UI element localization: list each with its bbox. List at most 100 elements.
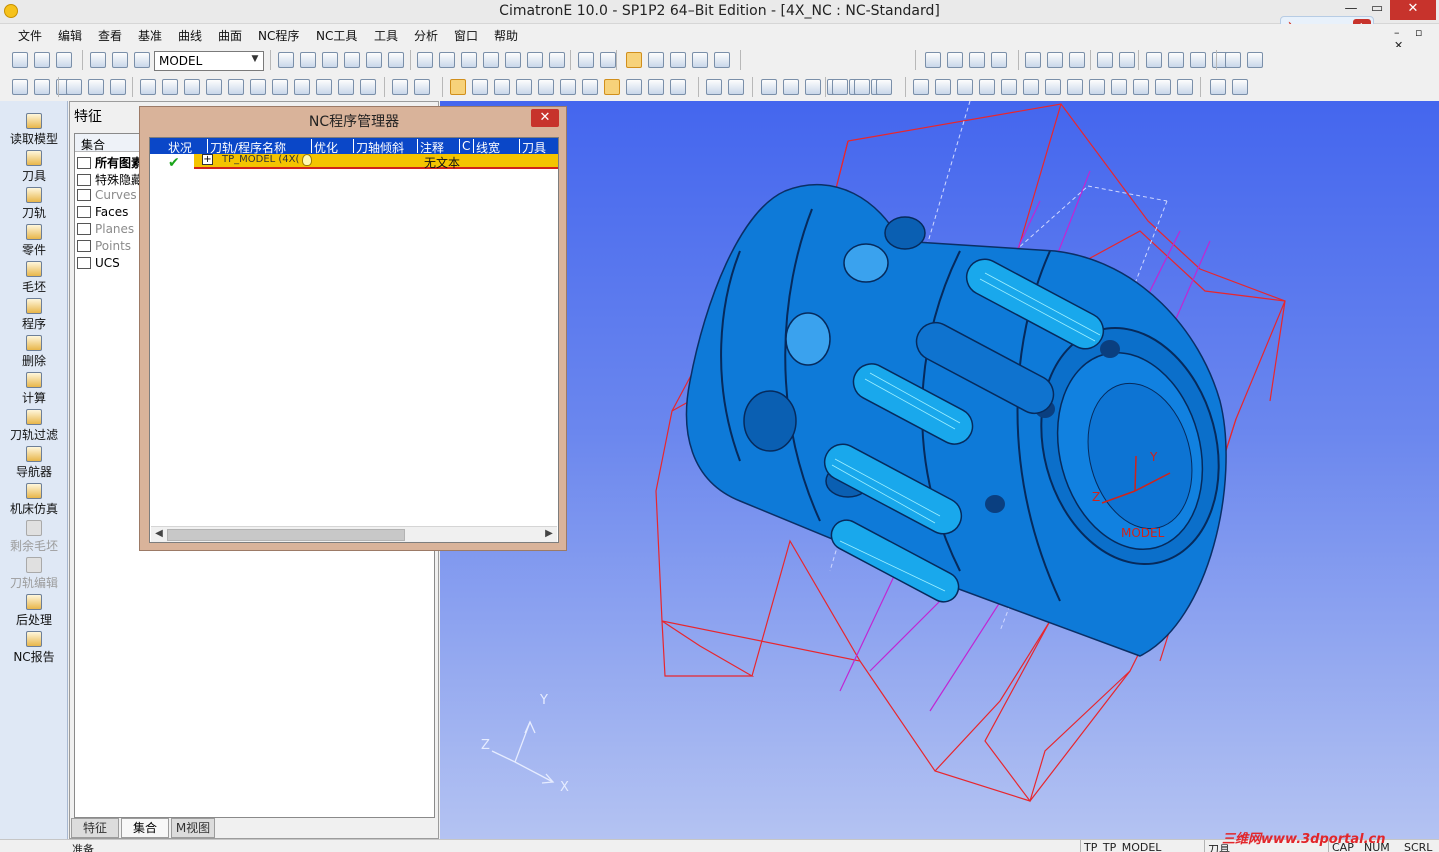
toolbar-button-icon[interactable] (316, 79, 332, 95)
toolbar-button-icon[interactable] (472, 79, 488, 95)
toolbar-button-icon[interactable] (516, 79, 532, 95)
toolbar-button-icon[interactable] (761, 79, 777, 95)
toolbar-button-icon[interactable] (957, 79, 973, 95)
toolbar-button-icon[interactable] (1232, 79, 1248, 95)
toolbar-button-icon[interactable] (300, 52, 316, 68)
toolbar-button-icon[interactable] (805, 79, 821, 95)
toolbar-button-icon[interactable] (392, 79, 408, 95)
toolbar-button-icon[interactable] (1023, 79, 1039, 95)
toolbar-button-icon[interactable] (626, 79, 642, 95)
toolbar-button-icon[interactable] (66, 79, 82, 95)
toolbar-button-icon[interactable] (1177, 79, 1193, 95)
nc-program-manager-dialog[interactable]: NC程序管理器 ✕ 状况 刀轨/程序名称 优化 刀轴倾斜 注释 C 线宽 刀具 ✔ + TP_… (139, 106, 567, 551)
toolbar-button-icon[interactable] (626, 52, 642, 68)
program-list[interactable]: 状况 刀轨/程序名称 优化 刀轴倾斜 注释 C 线宽 刀具 ✔ + TP_MODEL (4X(… (149, 137, 559, 543)
menu-item-10[interactable]: 窗口 (454, 27, 478, 44)
guide-button-14[interactable]: NC报告 (2, 631, 66, 665)
chevron-down-icon[interactable]: ▼ (249, 54, 261, 68)
column-divider[interactable] (311, 139, 312, 153)
scroll-left-icon[interactable]: ◀ (153, 528, 165, 542)
toolbar-button-icon[interactable] (417, 52, 433, 68)
menu-item-7[interactable]: NC工具 (316, 27, 357, 44)
toolbar-button-icon[interactable] (388, 52, 404, 68)
toolbar-button-icon[interactable] (1168, 52, 1184, 68)
menu-item-3[interactable]: 基准 (138, 27, 162, 44)
graphics-viewport[interactable]: Y Z MODEL Y X Z (440, 101, 1439, 839)
model-select[interactable]: MODEL ▼ (154, 51, 264, 71)
guide-button-6[interactable]: 删除 (2, 335, 66, 369)
toolbar-button-icon[interactable] (979, 79, 995, 95)
toolbar-button-icon[interactable] (527, 52, 543, 68)
close-button[interactable]: ✕ (1390, 0, 1436, 20)
guide-button-2[interactable]: 刀轨 (2, 187, 66, 221)
toolbar-button-icon[interactable] (692, 52, 708, 68)
toolbar-button-icon[interactable] (366, 52, 382, 68)
toolbar-button-icon[interactable] (344, 52, 360, 68)
toolbar-button-icon[interactable] (461, 52, 477, 68)
toolbar-button-icon[interactable] (450, 79, 466, 95)
menu-item-9[interactable]: 分析 (414, 27, 438, 44)
tree-item[interactable]: UCS (77, 256, 141, 273)
menu-item-1[interactable]: 编辑 (58, 27, 82, 44)
toolbar-button-icon[interactable] (1210, 79, 1226, 95)
toolbar-button-icon[interactable] (494, 79, 510, 95)
tab-1[interactable]: 集合 (121, 818, 169, 838)
tree-item[interactable]: 所有图素 (77, 154, 141, 171)
toolbar-button-icon[interactable] (1067, 79, 1083, 95)
column-divider[interactable] (473, 139, 474, 153)
toolbar-button-icon[interactable] (560, 79, 576, 95)
toolbar-button-icon[interactable] (134, 52, 150, 68)
toolbar-button-icon[interactable] (162, 79, 178, 95)
toolbar-button-icon[interactable] (1133, 79, 1149, 95)
toolbar-button-icon[interactable] (1190, 52, 1206, 68)
toolbar-button-icon[interactable] (854, 79, 870, 95)
tree-item[interactable]: Curves (77, 188, 141, 205)
dialog-close-button[interactable]: ✕ (531, 109, 559, 127)
toolbar-button-icon[interactable] (56, 52, 72, 68)
guide-button-1[interactable]: 刀具 (2, 150, 66, 184)
toolbar-button-icon[interactable] (1155, 79, 1171, 95)
toolbar-button-icon[interactable] (206, 79, 222, 95)
toolbar-button-icon[interactable] (648, 79, 664, 95)
toolbar-button-icon[interactable] (706, 79, 722, 95)
toolbar-button-icon[interactable] (549, 52, 565, 68)
guide-button-9[interactable]: 导航器 (2, 446, 66, 480)
toolbar-button-icon[interactable] (670, 79, 686, 95)
guide-button-10[interactable]: 机床仿真 (2, 483, 66, 517)
toolbar-button-icon[interactable] (1247, 52, 1263, 68)
column-divider[interactable] (353, 139, 354, 153)
toolbar-button-icon[interactable] (1047, 52, 1063, 68)
tree-header[interactable]: 集合 (75, 134, 141, 152)
expand-button[interactable]: + (202, 154, 213, 165)
tree-item[interactable]: Faces (77, 205, 141, 222)
toolbar-button-icon[interactable] (714, 52, 730, 68)
horizontal-scrollbar[interactable]: ◀ ▶ (151, 526, 557, 542)
toolbar-button-icon[interactable] (1225, 52, 1241, 68)
toolbar-button-icon[interactable] (90, 52, 106, 68)
toolbar-button-icon[interactable] (1001, 79, 1017, 95)
toolbar-button-icon[interactable] (925, 52, 941, 68)
toolbar-button-icon[interactable] (670, 52, 686, 68)
guide-button-8[interactable]: 刀轨过滤 (2, 409, 66, 443)
tab-2[interactable]: M视图 (171, 818, 215, 838)
column-divider[interactable] (207, 139, 208, 153)
toolbar-button-icon[interactable] (600, 52, 616, 68)
guide-button-0[interactable]: 读取模型 (2, 113, 66, 147)
toolbar-button-icon[interactable] (184, 79, 200, 95)
column-divider[interactable] (417, 139, 418, 153)
toolbar-button-icon[interactable] (505, 52, 521, 68)
menu-item-11[interactable]: 帮助 (494, 27, 518, 44)
toolbar-button-icon[interactable] (12, 52, 28, 68)
tree-item[interactable]: Planes (77, 222, 141, 239)
toolbar-button-icon[interactable] (12, 79, 28, 95)
toolbar-button-icon[interactable] (947, 52, 963, 68)
toolbar-button-icon[interactable] (648, 52, 664, 68)
menu-item-8[interactable]: 工具 (374, 27, 398, 44)
toolbar-button-icon[interactable] (935, 79, 951, 95)
toolbar-button-icon[interactable] (360, 79, 376, 95)
toolbar-button-icon[interactable] (1089, 79, 1105, 95)
toolbar-button-icon[interactable] (1097, 52, 1113, 68)
toolbar-button-icon[interactable] (110, 79, 126, 95)
toolbar-button-icon[interactable] (34, 52, 50, 68)
toolbar-button-icon[interactable] (991, 52, 1007, 68)
